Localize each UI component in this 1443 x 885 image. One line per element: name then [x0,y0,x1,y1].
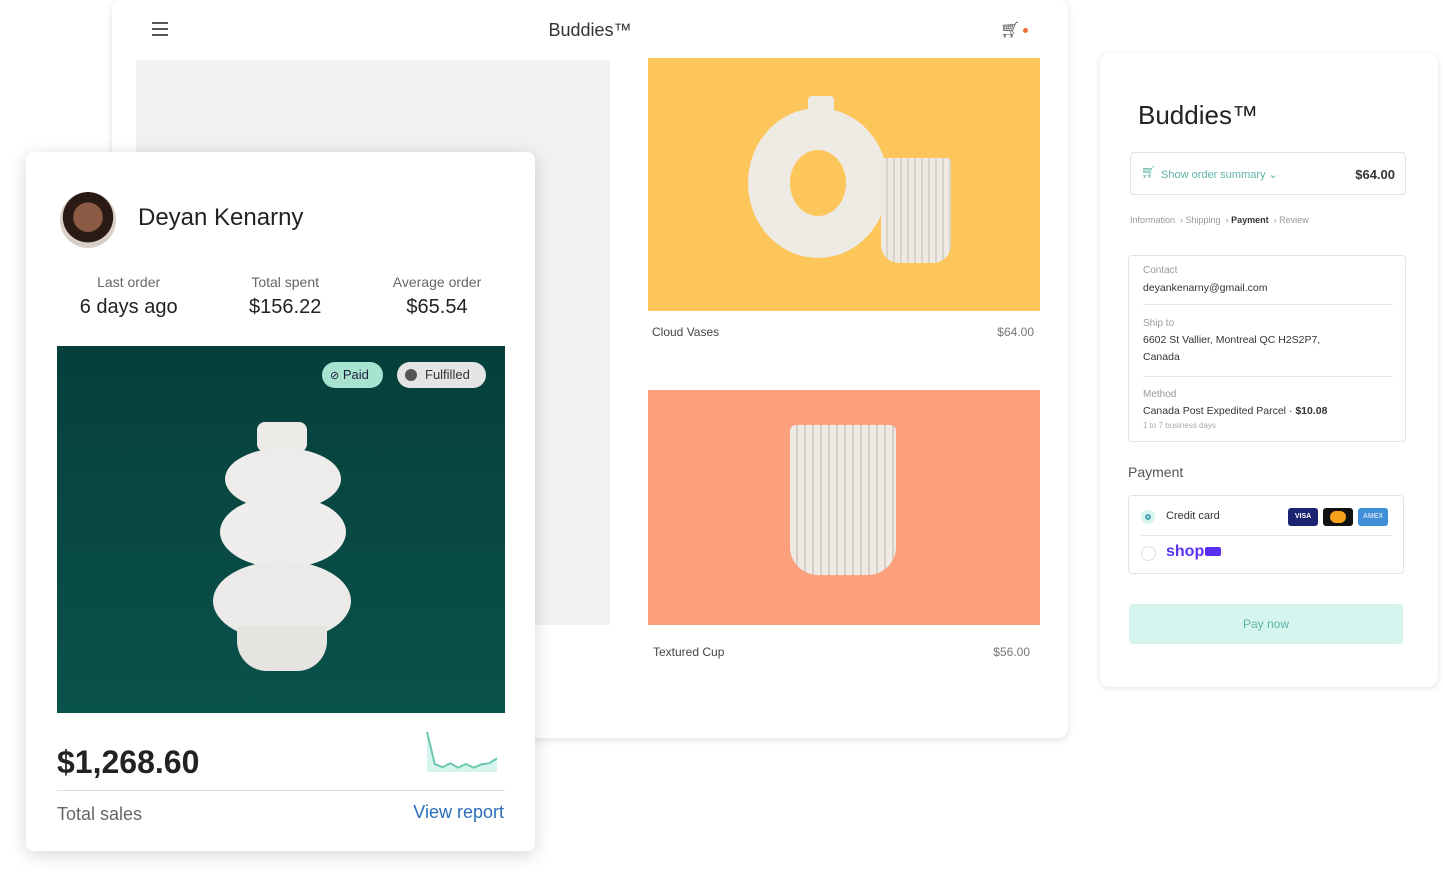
stat-label: Last order [97,274,161,290]
check-circle-icon: ⊘ [330,370,340,382]
shop-pay-logo[interactable]: shop [1166,543,1222,561]
fulfilled-badge: Fulfilled [397,362,486,388]
order-product-image: ⊘ Paid Fulfilled [57,346,505,713]
product-price: $56.00 [993,645,1030,659]
total-sales-label: Total sales [57,804,143,824]
stat-value: 6 days ago [79,296,178,318]
product-name[interactable]: Cloud Vases [652,325,719,339]
divider [57,790,505,791]
shop-pay-text: shop [1166,543,1205,560]
product-price: $64.00 [997,325,1034,339]
paid-badge: ⊘ Paid [322,362,383,388]
customer-name: Deyan Kenarny [138,204,304,231]
customer-card: Deyan Kenarny Last order 6 days ago Total… [26,152,535,851]
stat-total-spent: Total spent $156.22 [249,274,321,319]
store-title: Buddies™ [548,20,632,40]
contact-label: Contact [1143,265,1178,276]
stat-label: Total spent [251,274,320,290]
sales-sparkline [426,731,498,772]
shop-pay-radio[interactable] [1141,546,1156,561]
breadcrumb-information[interactable]: Information [1130,215,1175,225]
stat-label: Average order [392,274,482,290]
review-block: Contact deyankenarny@gmail.com Ship to 6… [1128,255,1406,442]
payment-heading: Payment [1128,464,1184,480]
method-label: Method [1143,389,1177,400]
ship-to-label: Ship to [1143,318,1175,329]
breadcrumb: Information › Shipping › Payment › Revie… [1130,215,1309,225]
breadcrumb-shipping[interactable]: Shipping [1186,215,1221,225]
contact-value: deyankenarny@gmail.com [1143,282,1268,294]
amex-icon: AMEX [1358,508,1388,526]
mastercard-icon [1323,508,1353,526]
chevron-down-icon: ⌄ [1268,169,1278,181]
badge-label: Fulfilled [425,367,470,382]
ship-to-address: 6602 St Vallier, Montreal QC H2S2P7, [1143,334,1321,346]
method-note: 1 to 7 business days [1143,421,1216,430]
cart-icon[interactable]: 🛒︎ [1000,20,1029,40]
breadcrumb-payment: Payment [1231,215,1269,225]
ship-to-country: Canada [1143,351,1180,363]
order-summary-toggle[interactable]: 🛒︎ Show order summary ⌄ $64.00 [1130,152,1406,195]
method-value: Canada Post Expedited Parcel · [1143,405,1296,417]
badge-label: Paid [342,367,369,382]
show-order-summary[interactable]: Show order summary ⌄ [1161,168,1278,181]
stat-last-order: Last order 6 days ago [80,274,178,319]
credit-card-radio[interactable] [1141,510,1155,524]
cart-icon: 🛒︎ [1141,165,1157,179]
stat-value: $156.22 [249,296,322,318]
pay-now-button[interactable]: Pay now [1129,604,1403,644]
product-name[interactable]: Textured Cup [653,645,724,659]
view-report-link[interactable]: View report [413,802,504,823]
order-total: $64.00 [1355,167,1395,182]
checkout-panel: Buddies™ 🛒︎ Show order summary ⌄ $64.00 … [1100,53,1438,687]
order-summary-label: Show order summary [1161,169,1266,181]
method-price: $10.08 [1295,405,1328,417]
credit-card-label[interactable]: Credit card [1166,510,1220,522]
product-image-textured-cup[interactable] [648,390,1040,625]
checkout-title: Buddies™ [1138,100,1258,130]
stat-average-order: Average order $65.54 [393,274,481,319]
status-dot-icon [405,369,417,381]
breadcrumb-review: Review [1279,215,1309,225]
total-sales-value: $1,268.60 [57,744,200,780]
payment-options: Credit card VISA AMEX shop [1128,495,1404,574]
stat-value: $65.54 [406,296,468,318]
visa-icon: VISA [1288,508,1318,526]
avatar [60,192,116,248]
product-image-cloud-vases[interactable] [648,58,1040,311]
sparkline-line [426,731,498,769]
